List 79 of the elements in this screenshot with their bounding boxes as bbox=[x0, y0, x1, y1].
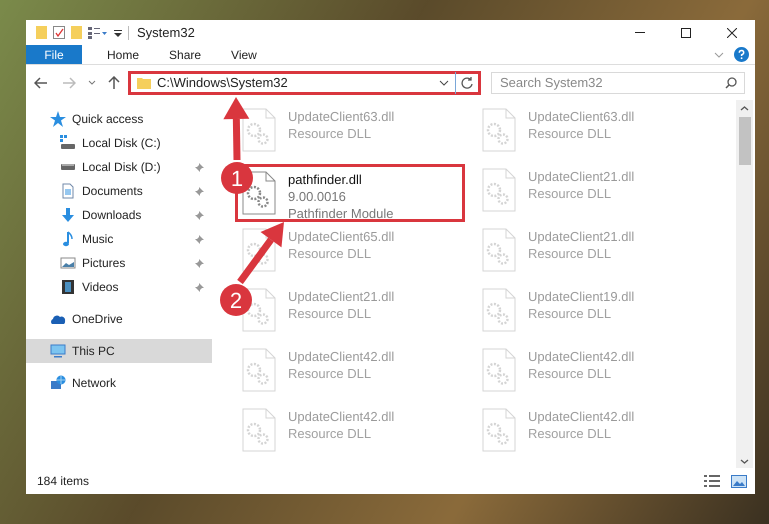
pin-icon[interactable] bbox=[195, 234, 204, 244]
sidebar-item[interactable]: Music bbox=[26, 227, 212, 251]
address-path: C:\Windows\System32 bbox=[157, 74, 288, 92]
file-detail: Resource DLL bbox=[288, 305, 372, 322]
pin-icon[interactable] bbox=[195, 186, 204, 196]
file-gear-icon bbox=[482, 168, 516, 212]
pin-icon[interactable] bbox=[195, 210, 204, 220]
back-arrow-icon[interactable] bbox=[34, 76, 48, 88]
search-field[interactable]: Search System32 bbox=[491, 72, 745, 94]
file-detail: Resource DLL bbox=[288, 425, 372, 442]
file-gear-icon bbox=[242, 348, 276, 392]
address-bar[interactable]: C:\Windows\System32 bbox=[128, 70, 481, 94]
window-title: System32 bbox=[137, 24, 195, 42]
item-count: 184 items bbox=[37, 473, 90, 490]
file-detail: Resource DLL bbox=[528, 185, 612, 202]
ribbon-tab[interactable]: View bbox=[216, 45, 272, 64]
help-icon[interactable] bbox=[734, 47, 749, 62]
file-name[interactable]: pathfinder.dll bbox=[288, 171, 394, 188]
sidebar-item[interactable]: Documents bbox=[26, 179, 212, 203]
sidebar-item[interactable]: Network bbox=[26, 371, 212, 395]
file-detail: Resource DLL bbox=[528, 245, 612, 262]
customize-caret-icon[interactable] bbox=[114, 28, 122, 36]
scrollbar-thumb[interactable] bbox=[738, 117, 750, 165]
minimize-icon bbox=[635, 32, 645, 33]
file-gear-icon bbox=[482, 228, 516, 272]
chevron-down-icon[interactable] bbox=[439, 80, 449, 86]
film-icon bbox=[60, 279, 76, 295]
caret-down-icon[interactable] bbox=[88, 80, 96, 85]
ribbon-tab[interactable]: Home bbox=[92, 45, 154, 64]
scrollbar[interactable] bbox=[736, 100, 753, 468]
file-gear-icon bbox=[482, 348, 516, 392]
search-icon bbox=[725, 76, 737, 88]
file-gear-icon bbox=[482, 288, 516, 332]
sidebar-item[interactable]: Local Disk (D:) bbox=[26, 155, 212, 179]
details-view-icon[interactable] bbox=[704, 475, 720, 487]
refresh-icon[interactable] bbox=[461, 76, 473, 88]
picture-icon bbox=[60, 255, 76, 271]
document-icon bbox=[60, 183, 76, 199]
file-detail: Resource DLL bbox=[288, 125, 372, 142]
file-detail: Resource DLL bbox=[528, 125, 612, 142]
sidebar-item[interactable]: Videos bbox=[26, 275, 212, 299]
properties-icon[interactable] bbox=[53, 26, 65, 39]
file-detail: 9.00.0016 bbox=[288, 188, 347, 205]
file-gear-icon bbox=[482, 108, 516, 152]
ribbon-tab[interactable]: Share bbox=[154, 45, 216, 64]
pin-icon[interactable] bbox=[195, 162, 204, 172]
monitor-icon bbox=[50, 343, 66, 359]
maximize-icon bbox=[681, 28, 691, 38]
pin-icon[interactable] bbox=[195, 282, 204, 292]
pin-icon[interactable] bbox=[195, 258, 204, 268]
sidebar-item[interactable]: Downloads bbox=[26, 203, 212, 227]
file-detail: Resource DLL bbox=[288, 245, 372, 262]
view-options-icon[interactable] bbox=[88, 26, 108, 38]
file-gear-icon bbox=[482, 408, 516, 452]
network-icon bbox=[50, 375, 66, 391]
file-detail: Resource DLL bbox=[528, 365, 612, 382]
step-number-badge: 1 bbox=[221, 162, 253, 194]
step-number-badge: 2 bbox=[220, 284, 252, 316]
folder-icon bbox=[137, 76, 151, 88]
scroll-up-icon[interactable] bbox=[740, 106, 749, 111]
sidebar-item[interactable]: This PC bbox=[26, 339, 212, 363]
sidebar-item[interactable]: Quick access bbox=[26, 107, 212, 131]
file-detail: Pathfinder Module bbox=[288, 205, 394, 222]
close-icon bbox=[727, 28, 737, 38]
sidebar-item[interactable]: Local Disk (C:) bbox=[26, 131, 212, 155]
drive-icon bbox=[60, 135, 76, 151]
file-gear-icon bbox=[242, 408, 276, 452]
thumbnail-view-icon[interactable] bbox=[731, 474, 747, 488]
file-detail: Resource DLL bbox=[528, 305, 612, 322]
star-icon bbox=[50, 111, 66, 127]
sidebar-item[interactable]: Pictures bbox=[26, 251, 212, 275]
scroll-down-icon[interactable] bbox=[740, 459, 749, 464]
annotation-arrow bbox=[223, 97, 250, 160]
up-arrow-icon[interactable] bbox=[108, 76, 120, 90]
file-gear-icon bbox=[242, 108, 276, 152]
sidebar-item[interactable]: OneDrive bbox=[26, 307, 212, 331]
download-arrow-icon bbox=[60, 207, 76, 223]
file-detail: Resource DLL bbox=[288, 365, 372, 382]
file-detail: Resource DLL bbox=[528, 425, 612, 442]
